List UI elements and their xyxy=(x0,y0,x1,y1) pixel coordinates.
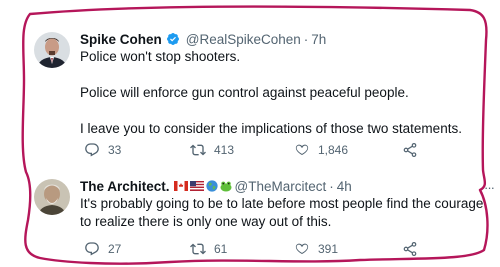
timestamp[interactable]: 4h xyxy=(337,179,352,194)
share-icon xyxy=(403,242,417,256)
tweet-text-line: It's probably going to be to late before… xyxy=(80,196,484,229)
reply-button[interactable]: 27 xyxy=(84,241,121,257)
tweet-content: The Architect. @TheMarcitect · 4h ··· It… xyxy=(80,177,495,231)
frog-icon xyxy=(220,181,232,192)
timestamp[interactable]: 7h xyxy=(311,32,326,47)
like-count: 391 xyxy=(318,242,339,256)
retweet-count: 61 xyxy=(214,242,228,256)
reply-count: 33 xyxy=(108,143,122,157)
verified-badge-icon xyxy=(166,32,180,46)
tweet-content: Spike Cohen @RealSpikeCohen · 7h Police … xyxy=(80,30,484,138)
name-emoji-group xyxy=(173,180,232,192)
author-name[interactable]: The Architect. xyxy=(80,179,170,194)
tweet-text: It's probably going to be to late before… xyxy=(80,195,484,231)
tweet-text-line: I leave you to consider the implications… xyxy=(80,121,462,136)
tweet-header: Spike Cohen @RealSpikeCohen · 7h xyxy=(80,30,484,48)
share-button[interactable] xyxy=(402,241,418,257)
reply-icon xyxy=(85,242,99,256)
reply-button[interactable]: 33 xyxy=(84,142,121,158)
retweet-button[interactable]: 413 xyxy=(190,142,234,158)
reply-icon xyxy=(85,143,99,157)
retweet-count: 413 xyxy=(214,143,235,157)
author-handle[interactable]: @TheMarcitect xyxy=(235,179,327,194)
screenshot-stage: Spike Cohen @RealSpikeCohen · 7h Police … xyxy=(0,0,500,267)
reply-count: 27 xyxy=(108,242,122,256)
retweet-icon xyxy=(190,144,206,156)
separator-dot: · xyxy=(329,178,334,194)
tweet-header: The Architect. @TheMarcitect · 4h xyxy=(80,177,484,195)
like-button[interactable]: 391 xyxy=(294,241,338,257)
heart-icon xyxy=(295,243,309,255)
author-name[interactable]: Spike Cohen xyxy=(80,32,162,47)
us-flag-icon xyxy=(189,181,204,191)
tweet-text-line: Police won't stop shooters. xyxy=(80,49,241,64)
separator-dot: · xyxy=(303,31,309,47)
like-button[interactable]: 1,846 xyxy=(294,142,348,158)
canada-flag-icon xyxy=(173,181,188,191)
retweet-icon xyxy=(190,243,206,255)
heart-icon xyxy=(295,144,309,156)
retweet-button[interactable]: 61 xyxy=(190,241,227,257)
tweet-text: Police won't stop shooters. Police will … xyxy=(80,48,484,138)
share-icon xyxy=(403,143,417,157)
avatar[interactable] xyxy=(34,32,70,68)
author-handle[interactable]: @RealSpikeCohen xyxy=(186,32,301,47)
share-button[interactable] xyxy=(402,142,418,158)
tweet-text-line: Police will enforce gun control against … xyxy=(80,85,409,100)
more-icon[interactable]: ··· xyxy=(484,180,495,195)
like-count: 1,846 xyxy=(318,143,349,157)
globe-icon xyxy=(205,180,218,192)
avatar[interactable] xyxy=(34,179,70,215)
